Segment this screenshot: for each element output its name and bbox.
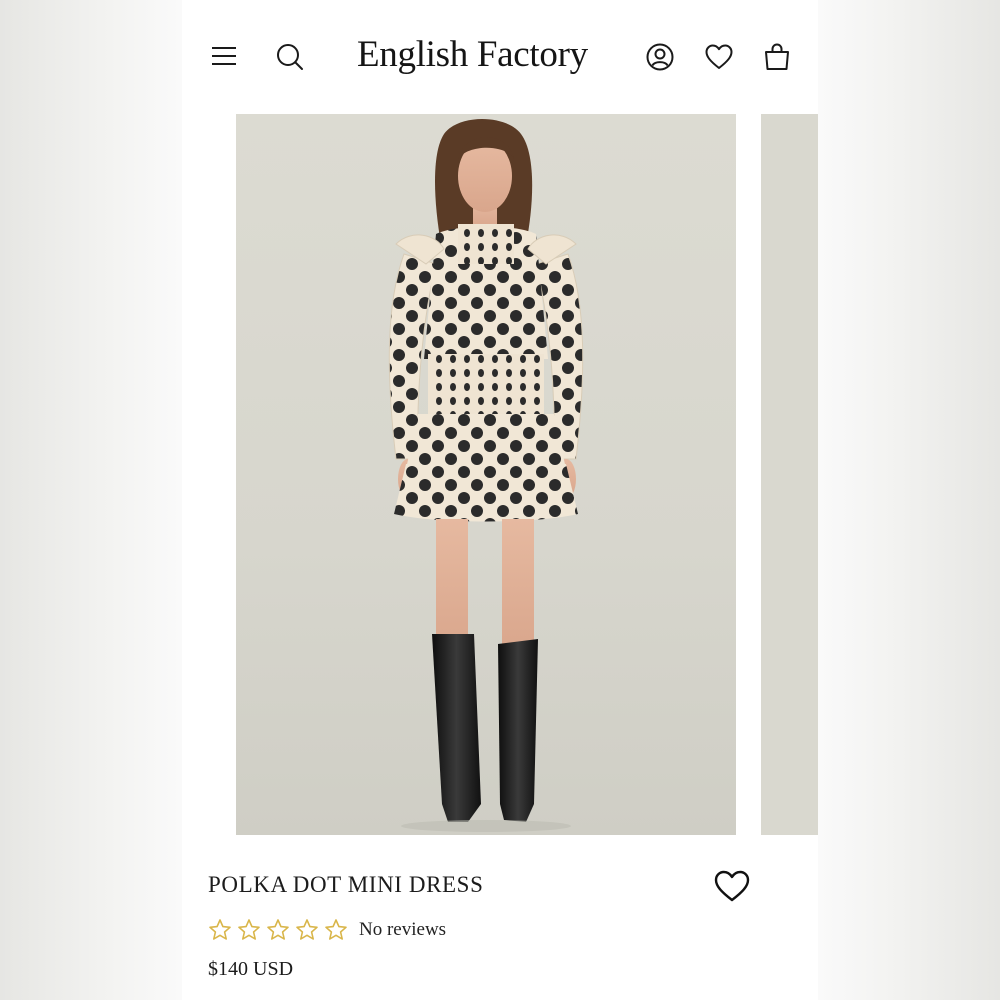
add-to-wishlist-button[interactable] [712, 866, 752, 906]
hamburger-menu-icon [212, 47, 236, 65]
product-image-main[interactable] [236, 114, 736, 835]
shopping-bag-icon [765, 43, 789, 70]
star-outline-icon [296, 919, 318, 940]
search-button[interactable] [270, 38, 310, 76]
heart-icon [714, 870, 750, 902]
account-button[interactable] [642, 38, 678, 76]
wishlist-button[interactable] [701, 38, 737, 76]
product-title[interactable]: POLKA DOT MINI DRESS [208, 868, 483, 902]
heart-icon [705, 44, 733, 69]
account-icon [646, 43, 674, 71]
menu-button[interactable] [206, 38, 242, 74]
star-outline-icon [209, 919, 231, 940]
star-outline-icon [325, 919, 347, 940]
mobile-viewport: English Factory POLKA DOT MINI DRESS No … [182, 0, 818, 1000]
product-price: $140 USD [208, 958, 294, 980]
star-rating[interactable] [208, 918, 348, 942]
page-backdrop-right [818, 0, 1000, 1000]
cart-button[interactable] [760, 38, 794, 76]
product-photo-model-in-polka-dot-dress [388, 119, 584, 832]
reviews-count[interactable]: No reviews [359, 916, 446, 944]
star-outline-icon [238, 919, 260, 940]
search-icon [277, 44, 303, 70]
page-backdrop-left [0, 0, 182, 1000]
product-image-next-peek[interactable] [761, 114, 818, 835]
brand-logo[interactable]: English Factory [357, 30, 609, 80]
star-outline-icon [267, 919, 289, 940]
